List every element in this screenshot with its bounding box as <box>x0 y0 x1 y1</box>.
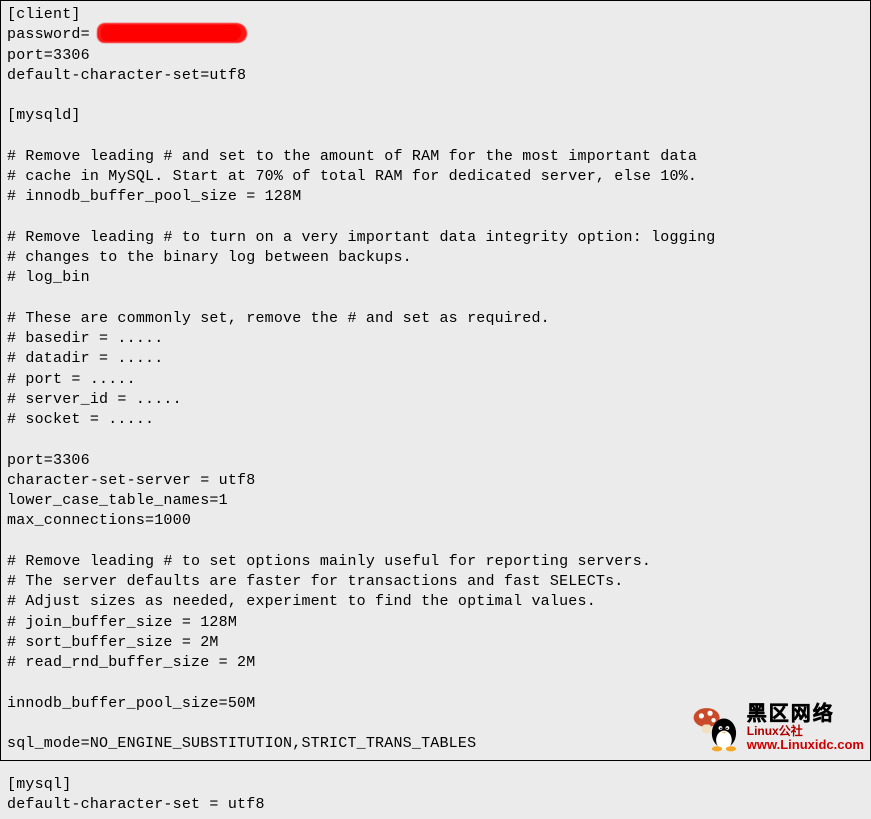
password-redaction <box>101 25 241 41</box>
config-file-contents: [client] password= port=3306 default-cha… <box>1 1 870 819</box>
